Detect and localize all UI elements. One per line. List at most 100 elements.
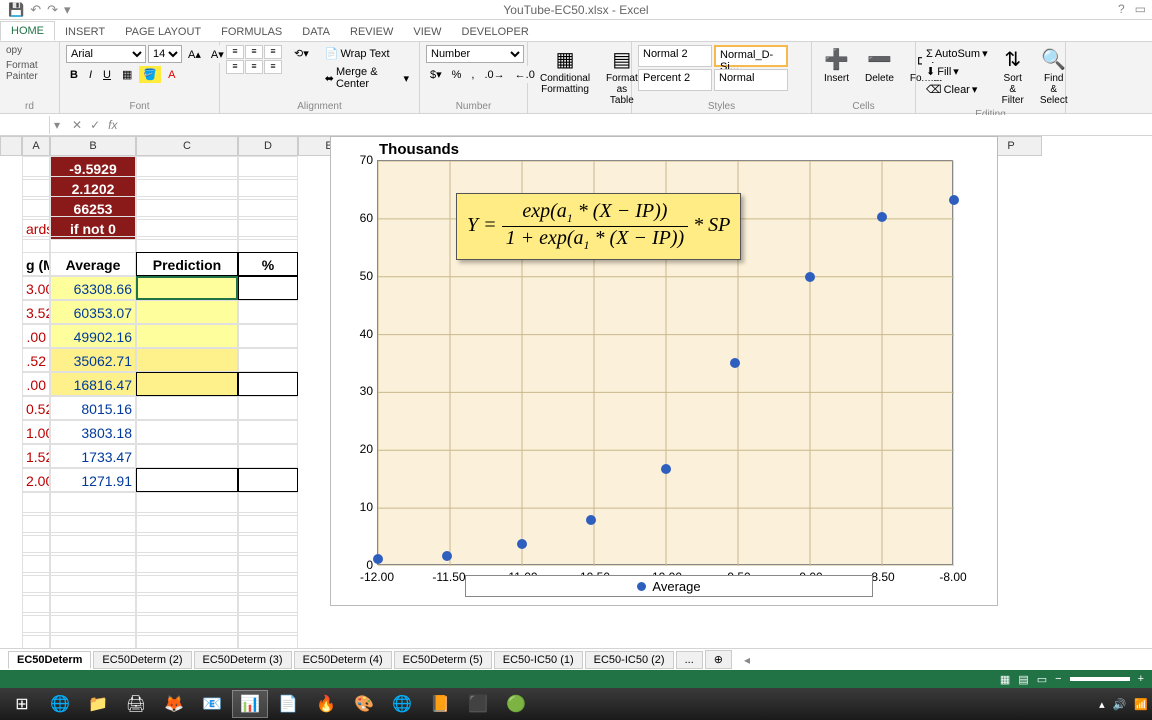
tab-page-layout[interactable]: PAGE LAYOUT: [115, 23, 211, 41]
delete-cells-button[interactable]: ➖Delete: [859, 45, 900, 86]
cell[interactable]: [238, 372, 298, 396]
italic-button[interactable]: I: [85, 67, 96, 83]
cell-style-normal2[interactable]: Normal 2: [638, 45, 712, 67]
cell[interactable]: 16816.47: [50, 372, 136, 396]
orientation-button[interactable]: ⟲▾: [290, 45, 313, 62]
cell[interactable]: 1.00: [22, 420, 50, 444]
cell[interactable]: [136, 632, 238, 648]
column-header[interactable]: D: [238, 136, 298, 156]
increase-decimal-icon[interactable]: .0→: [480, 66, 508, 83]
find-select-button[interactable]: 🔍Find & Select: [1034, 45, 1074, 108]
zoom-out-icon[interactable]: −: [1055, 673, 1061, 685]
cell[interactable]: [136, 324, 238, 348]
cancel-formula-icon[interactable]: ✕: [72, 118, 82, 132]
currency-icon[interactable]: $▾: [426, 66, 446, 83]
cell[interactable]: [136, 396, 238, 420]
cell[interactable]: 1733.47: [50, 444, 136, 468]
redo-icon[interactable]: ↷: [47, 2, 58, 18]
cell[interactable]: [136, 300, 238, 324]
excel-taskbar-icon[interactable]: 📊: [232, 690, 268, 718]
font-size-select[interactable]: 14: [148, 45, 182, 63]
cell[interactable]: 49902.16: [50, 324, 136, 348]
volume-icon[interactable]: 🔊: [1113, 698, 1127, 711]
hp-icon[interactable]: 🖨: [118, 690, 154, 718]
cell[interactable]: %: [238, 252, 298, 276]
cell[interactable]: 1.52: [22, 444, 50, 468]
copy-button[interactable]: opy: [6, 45, 22, 56]
sheet-tab[interactable]: EC50Determ: [8, 651, 91, 669]
cell[interactable]: 8015.16: [50, 396, 136, 420]
number-format-select[interactable]: Number: [426, 45, 524, 63]
cell[interactable]: [238, 468, 298, 492]
cell[interactable]: 2.00: [22, 468, 50, 492]
insert-cells-button[interactable]: ➕Insert: [818, 45, 855, 86]
increase-font-icon[interactable]: A▴: [184, 45, 205, 63]
sheet-tab[interactable]: EC50-IC50 (2): [585, 651, 674, 669]
embedded-chart[interactable]: Thousands 010203040506070 Y = exp(a1 * (…: [330, 136, 998, 606]
word-icon[interactable]: 📄: [270, 690, 306, 718]
cell[interactable]: [238, 348, 298, 372]
ie-icon[interactable]: 🌐: [42, 690, 78, 718]
column-header[interactable]: B: [50, 136, 136, 156]
app-icon[interactable]: 🎨: [346, 690, 382, 718]
percent-icon[interactable]: %: [448, 66, 466, 83]
column-header[interactable]: C: [136, 136, 238, 156]
tab-formulas[interactable]: FORMULAS: [211, 23, 292, 41]
cell[interactable]: 3803.18: [50, 420, 136, 444]
tab-data[interactable]: DATA: [292, 23, 340, 41]
tab-review[interactable]: REVIEW: [340, 23, 403, 41]
app2-icon[interactable]: 🟢: [498, 690, 534, 718]
formula-input[interactable]: [126, 115, 1152, 134]
qat-dropdown-icon[interactable]: ▾: [64, 2, 71, 18]
worksheet-area[interactable]: ABCDEFGHIJKLMNOP -9.59292.120266253ardsi…: [0, 136, 1152, 648]
cell[interactable]: 3.00: [22, 276, 50, 300]
help-icon[interactable]: ?: [1118, 2, 1125, 16]
sheet-tab[interactable]: EC50Determ (2): [93, 651, 191, 669]
view-normal-icon[interactable]: ▦: [1000, 673, 1010, 686]
cell[interactable]: .52: [22, 348, 50, 372]
cell[interactable]: [50, 632, 136, 648]
column-header[interactable]: A: [22, 136, 50, 156]
undo-icon[interactable]: ↶: [30, 2, 41, 18]
sheet-tab-more[interactable]: ...: [676, 651, 703, 669]
cell[interactable]: g (M): [22, 252, 50, 276]
cell[interactable]: Average: [50, 252, 136, 276]
zoom-in-icon[interactable]: +: [1138, 673, 1144, 685]
cell[interactable]: [238, 324, 298, 348]
cell[interactable]: 0.52: [22, 396, 50, 420]
cell-style-percent2[interactable]: Percent 2: [638, 69, 712, 91]
outlook-icon[interactable]: 📧: [194, 690, 230, 718]
sheet-tab[interactable]: EC50Determ (5): [394, 651, 492, 669]
comma-icon[interactable]: ,: [467, 66, 478, 83]
cell[interactable]: .00: [22, 324, 50, 348]
tray-up-icon[interactable]: ▴: [1099, 698, 1105, 711]
wrap-text-button[interactable]: 📄 Wrap Text: [321, 45, 413, 62]
fx-icon[interactable]: fx: [108, 118, 117, 132]
cell-style-normal-dsi[interactable]: Normal_D-Si...: [714, 45, 788, 67]
name-box[interactable]: [0, 116, 50, 134]
cell[interactable]: 1271.91: [50, 468, 136, 492]
enter-formula-icon[interactable]: ✓: [90, 118, 100, 132]
sort-filter-button[interactable]: ⇅Sort & Filter: [996, 45, 1030, 108]
clear-button[interactable]: ⌫ Clear ▾: [922, 81, 992, 98]
explorer-icon[interactable]: 📁: [80, 690, 116, 718]
cell[interactable]: 3.52: [22, 300, 50, 324]
cell[interactable]: [136, 468, 238, 492]
fill-color-button[interactable]: 🪣: [139, 66, 161, 83]
cell[interactable]: [238, 276, 298, 300]
cell[interactable]: [136, 372, 238, 396]
start-button[interactable]: ⊞: [4, 690, 40, 718]
restore-icon[interactable]: ▭: [1135, 2, 1146, 16]
underline-button[interactable]: U: [99, 67, 115, 83]
fill-button[interactable]: ⬇ Fill ▾: [922, 63, 992, 80]
sheet-tab[interactable]: EC50Determ (4): [294, 651, 392, 669]
font-color-button[interactable]: A: [164, 67, 179, 83]
save-icon[interactable]: 💾: [8, 2, 24, 18]
cell[interactable]: [238, 444, 298, 468]
cell-style-normal[interactable]: Normal: [714, 69, 788, 91]
cell[interactable]: [238, 396, 298, 420]
view-layout-icon[interactable]: ▤: [1018, 673, 1028, 686]
cell[interactable]: 60353.07: [50, 300, 136, 324]
format-painter-button[interactable]: Format Painter: [6, 60, 53, 82]
tab-home[interactable]: HOME: [0, 21, 55, 41]
